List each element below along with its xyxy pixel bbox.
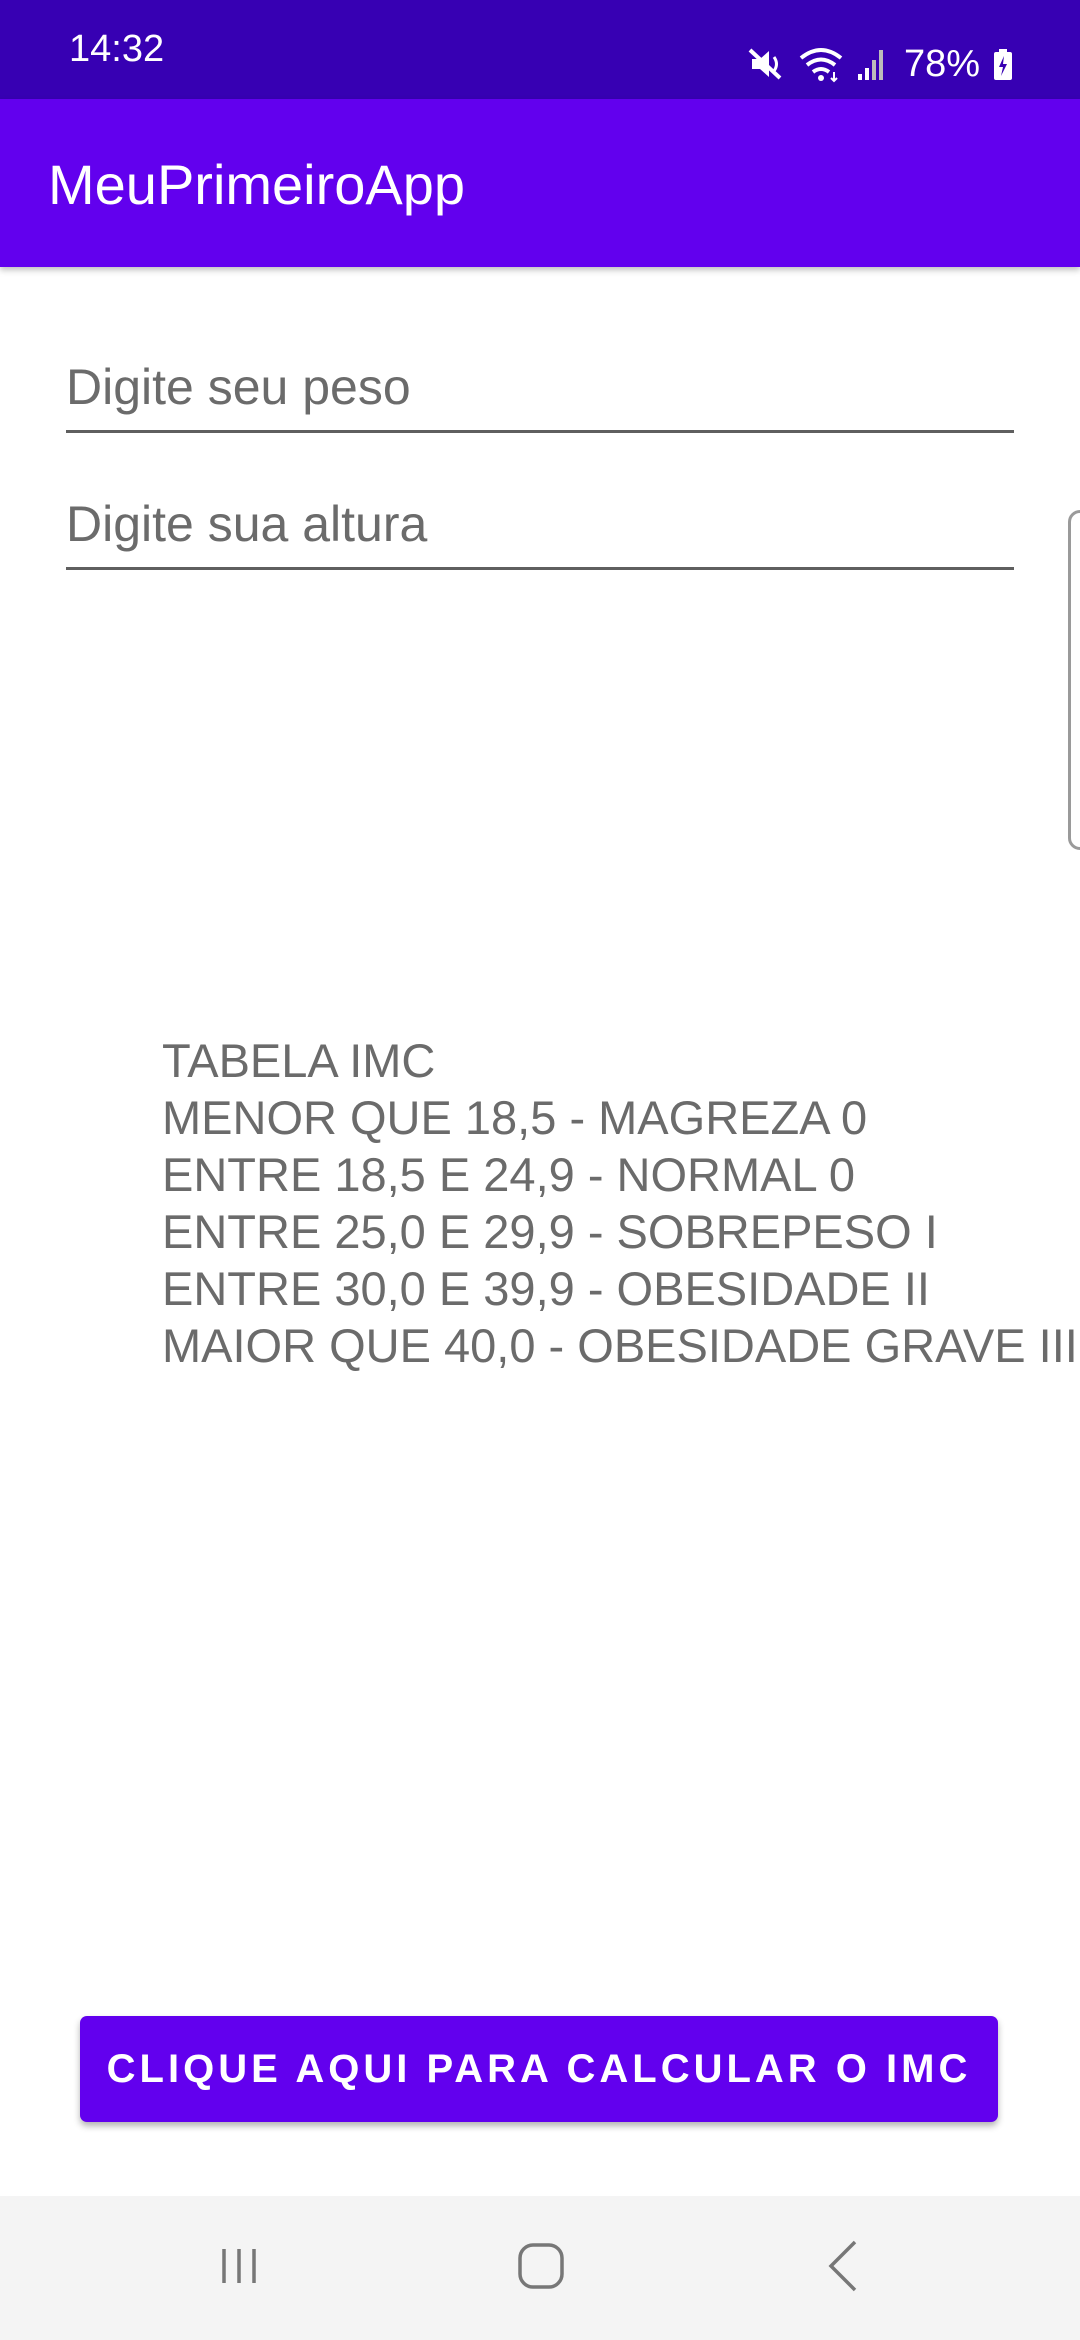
back-icon xyxy=(819,2238,869,2299)
imc-table-row: ENTRE 30,0 E 39,9 - OBESIDADE II xyxy=(162,1262,930,1315)
recents-icon xyxy=(214,2241,264,2296)
home-button[interactable] xyxy=(461,2196,621,2340)
weight-input[interactable] xyxy=(66,343,1014,433)
mute-icon xyxy=(746,44,786,84)
home-icon xyxy=(516,2241,566,2296)
height-input[interactable] xyxy=(66,480,1014,570)
app-title: MeuPrimeiroApp xyxy=(48,153,466,216)
edge-panel-handle[interactable] xyxy=(1068,510,1080,850)
status-time: 14:32 xyxy=(69,28,165,70)
recents-button[interactable] xyxy=(159,2196,319,2340)
navigation-bar xyxy=(0,2196,1080,2340)
signal-icon xyxy=(856,44,886,84)
imc-table: TABELA IMC MENOR QUE 18,5 - MAGREZA 0 EN… xyxy=(162,1032,1078,1374)
imc-table-row: ENTRE 25,0 E 29,9 - SOBREPESO I xyxy=(162,1205,938,1258)
imc-table-row: MENOR QUE 18,5 - MAGREZA 0 xyxy=(162,1091,868,1144)
battery-charging-icon xyxy=(992,44,1014,84)
calculate-imc-button[interactable]: CLIQUE AQUI PARA CALCULAR O IMC xyxy=(80,2016,998,2122)
wifi-icon xyxy=(798,44,844,84)
status-icons: 78% xyxy=(746,38,1014,90)
imc-table-row: MAIOR QUE 40,0 - OBESIDADE GRAVE III xyxy=(162,1319,1078,1372)
app-bar: MeuPrimeiroApp xyxy=(0,99,1080,267)
imc-table-row: ENTRE 18,5 E 24,9 - NORMAL 0 xyxy=(162,1148,856,1201)
back-button[interactable] xyxy=(764,2196,924,2340)
battery-percent: 78% xyxy=(903,42,980,85)
status-bar: 14:32 78% xyxy=(0,0,1080,99)
imc-table-title: TABELA IMC xyxy=(162,1034,436,1087)
